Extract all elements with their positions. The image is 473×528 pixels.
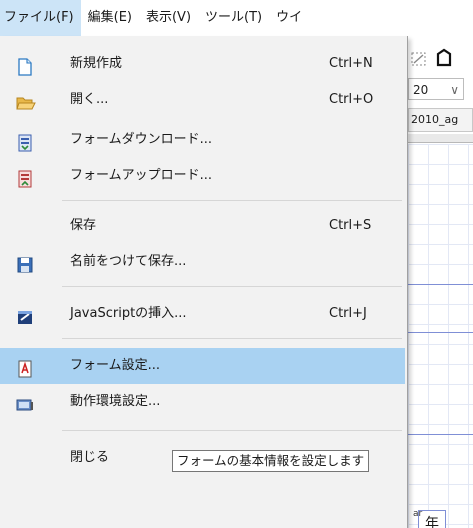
menu-item-shortcut: Ctrl+J — [329, 306, 367, 321]
menu-item-form-settings[interactable]: フォーム設定... — [0, 348, 405, 384]
menu-item-insert-javascript[interactable]: JavaScriptの挿入... Ctrl+J — [0, 296, 405, 332]
menu-separator — [62, 200, 402, 201]
menu-item-label: 開く... — [70, 92, 109, 107]
toolbar — [408, 44, 473, 72]
menu-item-label: フォーム設定... — [70, 358, 161, 373]
chevron-down-icon: ∨ — [450, 83, 459, 97]
tooltip: フォームの基本情報を設定します — [172, 450, 370, 472]
menu-item-environment-settings[interactable]: 動作環境設定... — [0, 384, 405, 420]
menu-item-label: 新規作成 — [70, 56, 123, 71]
open-folder-icon — [16, 91, 36, 110]
menu-item-label: 保存 — [70, 218, 97, 233]
menu-view[interactable]: 表示(V) — [139, 0, 198, 36]
select-tool-icon[interactable] — [410, 50, 430, 70]
menu-item-label: 名前をつけて保存... — [70, 254, 187, 269]
insert-script-icon — [16, 305, 34, 324]
menu-bar: ファイル(F) 編集(E) 表示(V) ツール(T) ウイ — [0, 0, 473, 36]
menu-item-label: フォームアップロード... — [70, 168, 213, 183]
menu-separator — [62, 338, 402, 339]
menu-edit[interactable]: 編集(E) — [81, 0, 139, 36]
zoom-select[interactable]: 20 ∨ — [408, 78, 464, 100]
menu-item-form-download[interactable]: フォームダウンロード... — [0, 122, 405, 158]
menu-separator — [62, 286, 402, 287]
ruler — [408, 134, 473, 143]
form-settings-icon — [16, 357, 34, 378]
form-upload-icon — [16, 167, 34, 188]
form-field-cell[interactable]: ar 年 — [413, 509, 446, 528]
new-document-icon — [16, 55, 34, 76]
canvas-guide-line — [408, 332, 473, 333]
menu-item-label: 閉じる — [70, 450, 110, 465]
menu-item-form-upload[interactable]: フォームアップロード... — [0, 158, 405, 194]
background-app: 20 ∨ 2010_ag ar 年 — [408, 36, 473, 528]
zoom-value: 20 — [413, 83, 429, 97]
canvas-guide-line — [408, 284, 473, 285]
cell-small-label: ar — [413, 509, 423, 519]
menu-file[interactable]: ファイル(F) — [0, 0, 81, 36]
menu-item-shortcut: Ctrl+O — [329, 92, 374, 107]
menu-window[interactable]: ウイ — [269, 0, 309, 36]
menu-item-label: フォームダウンロード... — [70, 132, 213, 147]
save-as-icon — [16, 253, 34, 273]
form-download-icon — [16, 131, 34, 152]
menu-item-new[interactable]: 新規作成 Ctrl+N — [0, 46, 405, 82]
menu-item-shortcut: Ctrl+S — [329, 218, 372, 233]
document-tab[interactable]: 2010_ag — [408, 108, 473, 132]
menu-item-open[interactable]: 開く... Ctrl+O — [0, 82, 405, 118]
menu-item-save-as[interactable]: 名前をつけて保存... — [0, 244, 405, 280]
shape-tool-icon[interactable] — [434, 48, 456, 70]
menu-item-label: JavaScriptの挿入... — [70, 306, 187, 321]
form-canvas[interactable]: ar 年 — [408, 144, 473, 528]
menu-item-save[interactable]: 保存 Ctrl+S — [0, 208, 405, 244]
environment-settings-icon — [16, 393, 34, 411]
menu-separator — [62, 430, 402, 431]
menu-tools[interactable]: ツール(T) — [198, 0, 269, 36]
menu-item-label: 動作環境設定... — [70, 394, 161, 409]
cell-text: 年 — [425, 516, 439, 528]
canvas-guide-line — [408, 434, 473, 435]
menu-item-shortcut: Ctrl+N — [329, 56, 373, 71]
